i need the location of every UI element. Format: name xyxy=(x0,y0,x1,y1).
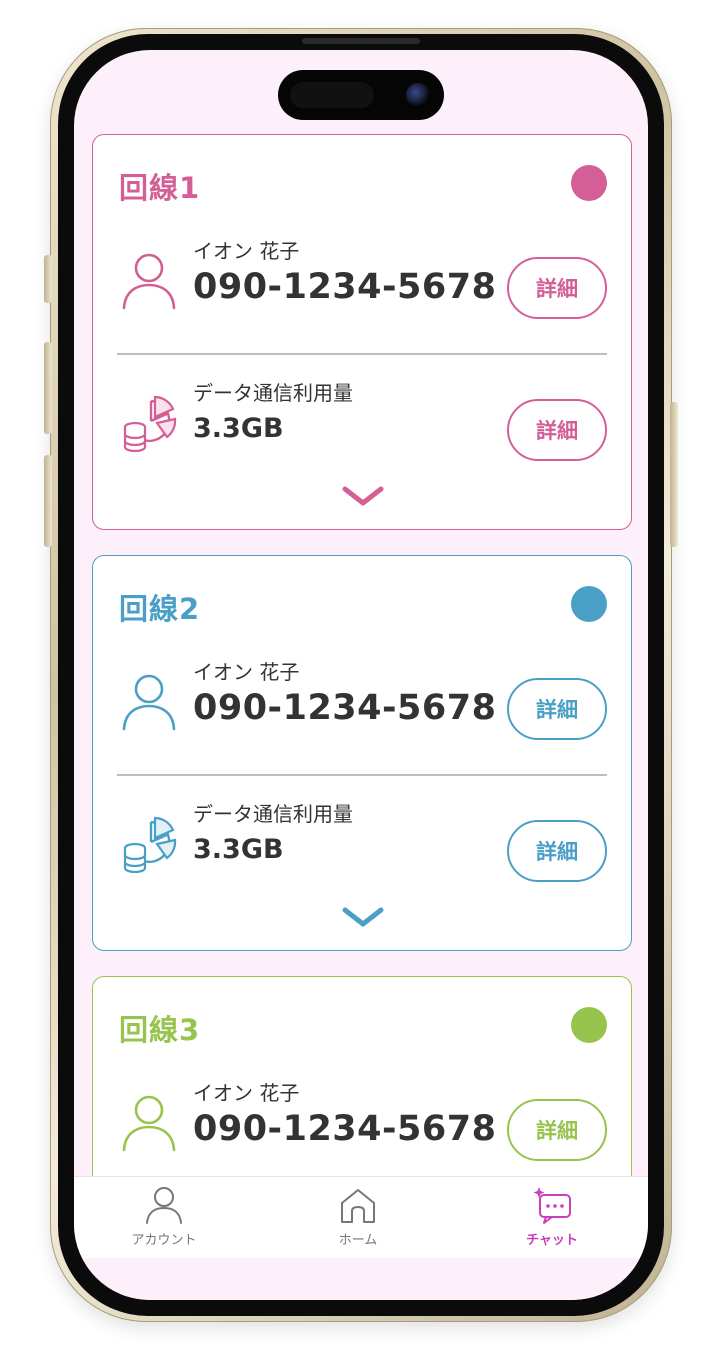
line-title: 回線2 xyxy=(119,592,201,626)
chevron-down-icon[interactable] xyxy=(341,485,385,509)
volume-down-button xyxy=(44,455,52,547)
tab-home-label: ホーム xyxy=(338,1233,378,1248)
tab-home[interactable]: ホーム xyxy=(288,1185,428,1255)
person-icon xyxy=(122,674,176,731)
line-title: 回線3 xyxy=(119,1013,201,1047)
pie-chart-coins-icon xyxy=(123,816,177,874)
island-sensor xyxy=(290,82,374,108)
line-detail-button[interactable]: 詳細 xyxy=(507,257,607,319)
tab-chat[interactable]: チャット xyxy=(482,1185,622,1255)
row-divider xyxy=(117,774,607,776)
app-screen: 回線1 イオン 花子 090-1234-5678 詳細 データ通信利用量 3.3… xyxy=(74,50,648,1300)
data-usage-row: データ通信利用量 3.3GB 詳細 xyxy=(93,788,631,908)
line-title: 回線1 xyxy=(119,171,201,205)
row-divider xyxy=(117,353,607,355)
user-name: イオン 花子 xyxy=(193,660,300,684)
phone-number: 090-1234-5678 xyxy=(193,688,497,728)
data-usage-value: 3.3GB xyxy=(193,413,284,444)
line-card-2: 回線2 イオン 花子 090-1234-5678 詳細 データ通信利用量 3.3… xyxy=(92,555,632,951)
phone-number: 090-1234-5678 xyxy=(193,1109,497,1149)
data-usage-value: 3.3GB xyxy=(193,834,284,865)
data-usage-row: データ通信利用量 3.3GB 詳細 xyxy=(93,367,631,487)
line-status-dot xyxy=(571,165,607,201)
earpiece-speaker xyxy=(302,38,420,44)
tab-chat-label: チャット xyxy=(526,1233,578,1248)
tab-account-label: アカウント xyxy=(131,1233,197,1248)
dynamic-island xyxy=(278,70,444,120)
person-icon xyxy=(122,1095,176,1152)
data-usage-label: データ通信利用量 xyxy=(193,381,353,405)
data-detail-button[interactable]: 詳細 xyxy=(507,820,607,882)
user-row: イオン 花子 090-1234-5678 詳細 xyxy=(93,1067,631,1187)
phone-number: 090-1234-5678 xyxy=(193,267,497,307)
line-status-dot xyxy=(571,1007,607,1043)
person-icon xyxy=(146,1187,182,1224)
user-row: イオン 花子 090-1234-5678 詳細 xyxy=(93,225,631,345)
user-name: イオン 花子 xyxy=(193,1081,300,1105)
person-icon xyxy=(122,253,176,310)
tab-account[interactable]: アカウント xyxy=(94,1185,234,1255)
data-detail-button[interactable]: 詳細 xyxy=(507,399,607,461)
user-row: イオン 花子 090-1234-5678 詳細 xyxy=(93,646,631,766)
user-name: イオン 花子 xyxy=(193,239,300,263)
house-icon xyxy=(341,1189,375,1223)
bottom-tab-bar: アカウント ホーム チャット xyxy=(74,1176,648,1258)
volume-up-button xyxy=(44,342,52,434)
line-detail-button[interactable]: 詳細 xyxy=(507,1099,607,1161)
line-card-1: 回線1 イオン 花子 090-1234-5678 詳細 データ通信利用量 3.3… xyxy=(92,134,632,530)
line-detail-button[interactable]: 詳細 xyxy=(507,678,607,740)
chevron-down-icon[interactable] xyxy=(341,906,385,930)
chat-sparkle-icon xyxy=(533,1187,571,1224)
front-camera xyxy=(406,83,430,107)
silent-switch xyxy=(44,255,52,303)
pie-chart-coins-icon xyxy=(123,395,177,453)
power-button xyxy=(670,402,678,547)
data-usage-label: データ通信利用量 xyxy=(193,802,353,826)
line-status-dot xyxy=(571,586,607,622)
home-indicator-area xyxy=(74,1258,648,1300)
